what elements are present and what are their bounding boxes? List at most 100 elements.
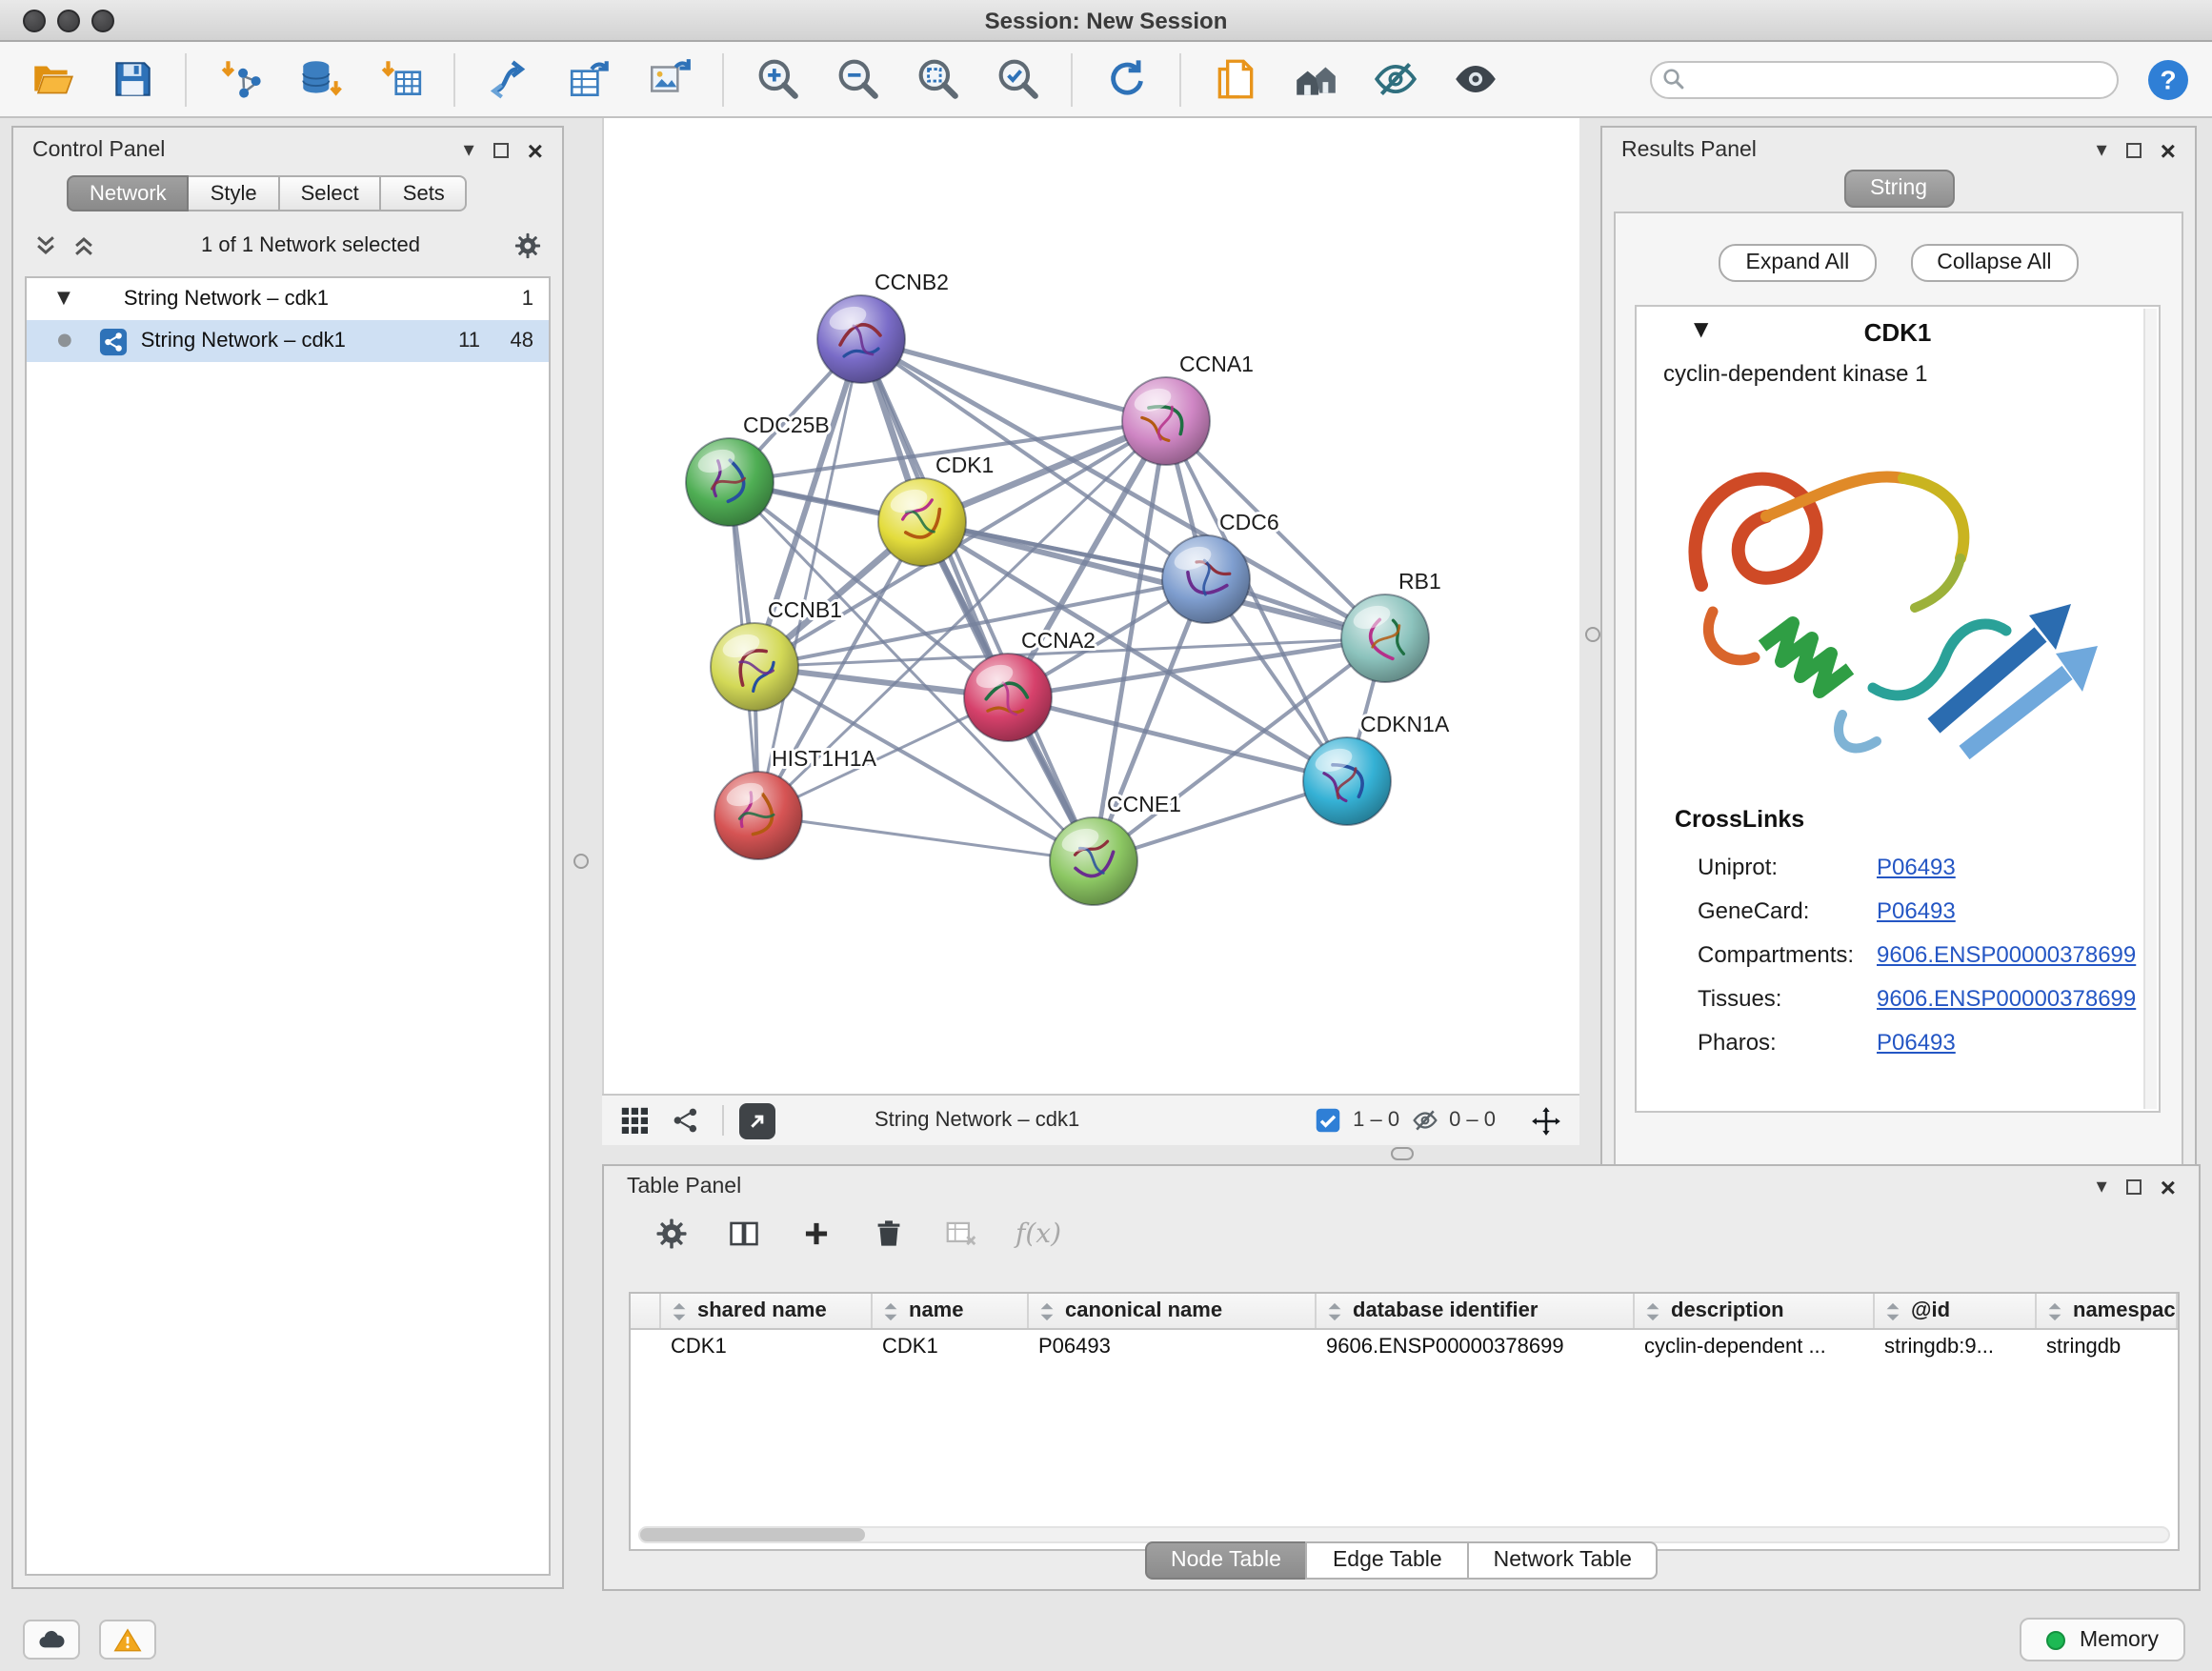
- table-settings-gear-icon[interactable]: [654, 1216, 690, 1252]
- delete-column-icon[interactable]: [871, 1216, 907, 1252]
- close-panel-icon[interactable]: ×: [528, 141, 543, 160]
- import-network-database-button[interactable]: [290, 49, 351, 110]
- tab-select[interactable]: Select: [280, 175, 382, 211]
- crosslink-label: Pharos:: [1698, 1028, 1877, 1055]
- tab-style[interactable]: Style: [190, 175, 280, 211]
- column-header[interactable]: database identifier: [1317, 1294, 1635, 1328]
- scrollbar-thumb[interactable]: [640, 1528, 865, 1541]
- import-network-file-button[interactable]: [210, 49, 271, 110]
- protein-card-cdk1: ▼ CDK1 cyclin-dependent kinase 1: [1635, 305, 2161, 1113]
- network-node-HIST1H1A[interactable]: HIST1H1A: [714, 746, 877, 859]
- collapse-all-icon[interactable]: [32, 232, 59, 259]
- network-node-RB1[interactable]: RB1: [1341, 569, 1441, 682]
- add-column-icon[interactable]: [798, 1216, 835, 1252]
- minimize-window-button[interactable]: [57, 10, 80, 32]
- crosslink-row: GeneCard:P06493: [1698, 888, 2159, 932]
- svg-text:CCNE1: CCNE1: [1107, 792, 1181, 816]
- network-graph[interactable]: CCNB2CCNA1CDC25BCDK1CDC6RB1CCNB1CCNA2CDK…: [604, 118, 1581, 1094]
- selected-checkbox-icon[interactable]: [1315, 1107, 1341, 1134]
- tab-sets[interactable]: Sets: [382, 175, 468, 211]
- tab-node-table[interactable]: Node Table: [1144, 1541, 1308, 1580]
- export-image-button[interactable]: [638, 49, 699, 110]
- warnings-button[interactable]: [99, 1620, 156, 1660]
- show-details-button[interactable]: [1444, 49, 1505, 110]
- network-node-CDKN1A[interactable]: CDKN1A: [1303, 712, 1450, 825]
- hide-details-button[interactable]: [1364, 49, 1425, 110]
- zoom-selected-button[interactable]: [987, 49, 1048, 110]
- new-network-from-selection-button[interactable]: [478, 49, 539, 110]
- crosslink-value-link[interactable]: P06493: [1877, 1028, 1956, 1055]
- apply-preferred-layout-button[interactable]: [1096, 49, 1156, 110]
- open-session-button[interactable]: [21, 49, 82, 110]
- network-share-icon[interactable]: [671, 1105, 701, 1136]
- zoom-fit-button[interactable]: [907, 49, 968, 110]
- show-columns-icon[interactable]: [726, 1216, 762, 1252]
- horizontal-splitter-handle[interactable]: [1391, 1147, 1414, 1160]
- toolbar-search: [1650, 60, 2119, 98]
- table-export-icon: [565, 55, 613, 103]
- zoom-in-button[interactable]: [747, 49, 808, 110]
- card-scrollbar[interactable]: [2143, 309, 2157, 1109]
- expand-all-icon[interactable]: [70, 232, 97, 259]
- open-in-new-button[interactable]: [739, 1102, 775, 1138]
- pan-crosshair-icon[interactable]: [1530, 1104, 1562, 1137]
- close-window-button[interactable]: [23, 10, 46, 32]
- column-header[interactable]: @id: [1875, 1294, 2037, 1328]
- expand-all-button[interactable]: Expand All: [1719, 244, 1877, 282]
- gear-icon[interactable]: [513, 231, 543, 261]
- network-view[interactable]: CCNB2CCNA1CDC25BCDK1CDC6RB1CCNB1CCNA2CDK…: [602, 118, 1579, 1094]
- column-header[interactable]: description: [1635, 1294, 1875, 1328]
- help-button[interactable]: ?: [2145, 56, 2191, 102]
- network-row[interactable]: ● String Network – cdk1 11 48: [27, 320, 549, 362]
- column-header[interactable]: name: [873, 1294, 1029, 1328]
- sort-icon: [880, 1300, 901, 1321]
- crosslinks-list: Uniprot:P06493GeneCard:P06493Compartment…: [1637, 844, 2159, 1063]
- tab-string[interactable]: String: [1843, 170, 1954, 208]
- crosslink-value-link[interactable]: P06493: [1877, 853, 1956, 879]
- network-overview-button[interactable]: [1284, 49, 1345, 110]
- tab-network[interactable]: Network: [67, 175, 190, 211]
- collapse-all-button[interactable]: Collapse All: [1910, 244, 2078, 282]
- grid-view-icon[interactable]: [619, 1105, 650, 1136]
- cloud-button[interactable]: [23, 1620, 80, 1660]
- tree-expander-icon[interactable]: ▼: [57, 290, 70, 309]
- cytoscape-window: Session: New Session ? Con: [0, 0, 2212, 1671]
- float-panel-icon[interactable]: [2126, 143, 2142, 158]
- column-header[interactable]: canonical name: [1029, 1294, 1317, 1328]
- close-panel-icon[interactable]: ×: [2161, 1178, 2176, 1197]
- memory-button[interactable]: Memory: [2021, 1618, 2185, 1661]
- network-collection-row[interactable]: ▼ String Network – cdk1 1: [27, 278, 549, 320]
- panel-menu-icon[interactable]: ▾: [2097, 141, 2107, 160]
- float-panel-icon[interactable]: [2126, 1179, 2142, 1195]
- table-row[interactable]: CDK1CDK1P064939606.ENSP00000378699cyclin…: [631, 1330, 2178, 1362]
- zoom-window-button[interactable]: [91, 10, 114, 32]
- hidden-eye-icon[interactable]: [1411, 1107, 1438, 1134]
- close-panel-icon[interactable]: ×: [2161, 141, 2176, 160]
- network-node-CDK1[interactable]: CDK1: [878, 453, 994, 566]
- right-splitter-handle[interactable]: [1585, 627, 1600, 642]
- float-panel-icon[interactable]: [493, 143, 509, 158]
- crosslink-row: Tissues:9606.ENSP00000378699: [1698, 976, 2159, 1019]
- crosslink-value-link[interactable]: 9606.ENSP00000378699: [1877, 940, 2136, 967]
- warning-triangle-icon: [112, 1624, 143, 1655]
- import-table-button[interactable]: [370, 49, 431, 110]
- panel-menu-icon[interactable]: ▾: [464, 141, 474, 160]
- card-expander-icon[interactable]: ▼: [1694, 320, 1708, 341]
- tab-edge-table[interactable]: Edge Table: [1306, 1541, 1469, 1580]
- documents-button[interactable]: [1204, 49, 1265, 110]
- protein-structure-image: [1648, 402, 2147, 783]
- panel-menu-icon[interactable]: ▾: [2097, 1178, 2107, 1197]
- sort-icon: [1036, 1300, 1057, 1321]
- column-header[interactable]: shared name: [661, 1294, 873, 1328]
- crosslink-value-link[interactable]: 9606.ENSP00000378699: [1877, 984, 2136, 1011]
- export-table-button[interactable]: [558, 49, 619, 110]
- column-header[interactable]: namespac: [2037, 1294, 2178, 1328]
- search-input[interactable]: [1650, 60, 2119, 98]
- zoom-out-button[interactable]: [827, 49, 888, 110]
- save-session-button[interactable]: [101, 49, 162, 110]
- network-node-CCNB2[interactable]: CCNB2: [817, 270, 949, 383]
- crosslink-value-link[interactable]: P06493: [1877, 896, 1956, 923]
- tab-network-table[interactable]: Network Table: [1467, 1541, 1659, 1580]
- network-node-CCNA1[interactable]: CCNA1: [1122, 352, 1254, 465]
- left-splitter-handle[interactable]: [573, 854, 589, 869]
